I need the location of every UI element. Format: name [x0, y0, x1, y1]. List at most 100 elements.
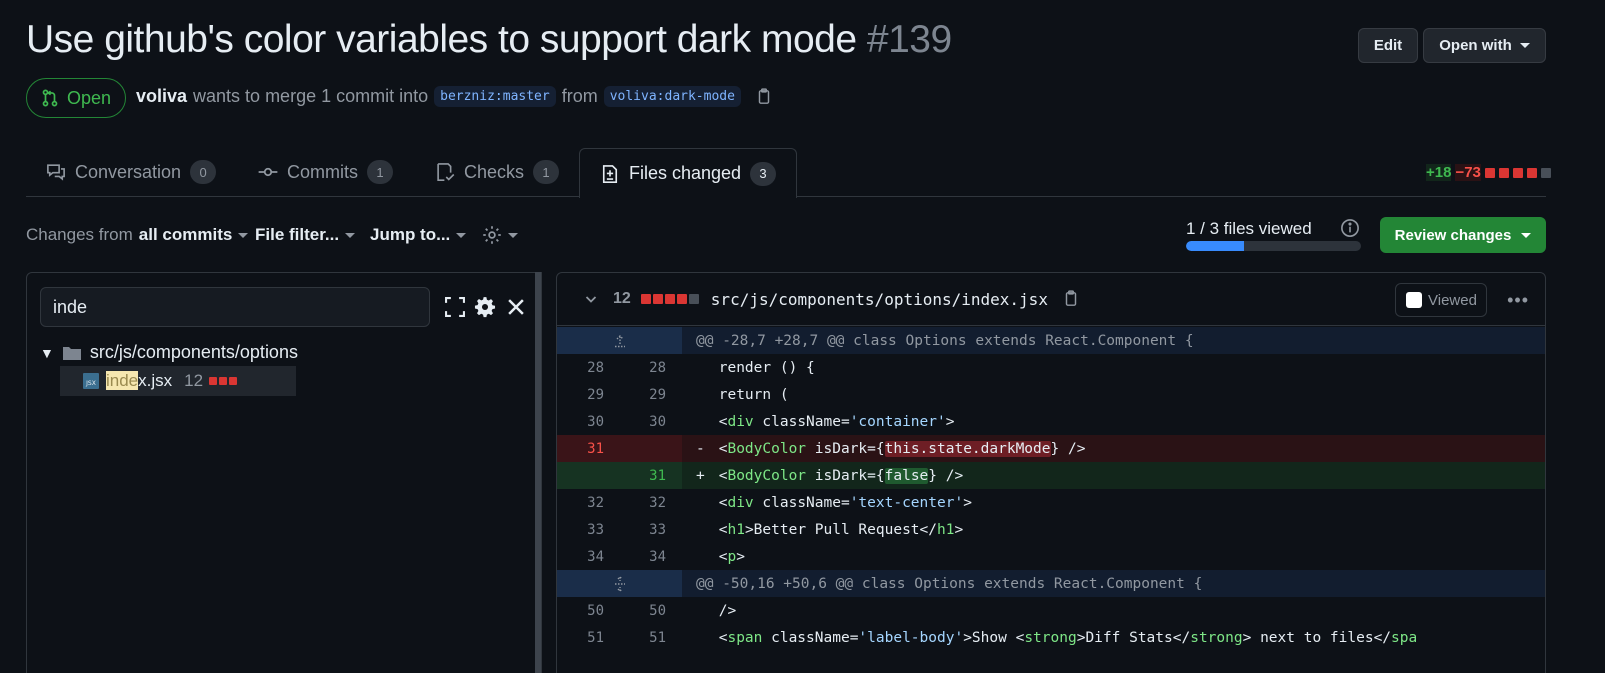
code-line: <div className='text-center'> [718, 494, 972, 511]
tab-label: Checks [464, 161, 525, 182]
edit-button[interactable]: Edit [1358, 28, 1418, 63]
close-icon[interactable] [505, 296, 527, 318]
tab-counter: 1 [533, 160, 560, 184]
diffstat-block [1484, 167, 1495, 178]
old-line-number[interactable]: 50 [557, 603, 620, 619]
author-link[interactable]: voliva [136, 86, 187, 107]
tab-files-changed[interactable]: Files changed 3 [579, 148, 797, 198]
new-line-number[interactable]: 51 [620, 630, 682, 646]
expand-icon[interactable] [444, 296, 466, 318]
jsx-file-icon: JSX [83, 373, 99, 389]
open-with-label: Open with [1439, 37, 1512, 54]
page-title: Use github's color variables to support … [26, 18, 952, 62]
diffstat-block [1512, 167, 1523, 178]
file-diff-icon [602, 164, 618, 183]
expand-hunk-button[interactable] [557, 327, 682, 354]
tab-conversation[interactable]: Conversation 0 [46, 148, 217, 196]
old-line-number[interactable]: 34 [557, 549, 620, 565]
chevron-down-icon[interactable] [583, 291, 599, 307]
head-branch[interactable]: voliva:dark-mode [603, 86, 741, 107]
caret-down-icon [1521, 232, 1532, 238]
code-line: + <BodyColor isDark={false} /> [696, 467, 964, 484]
code-line: render () { [710, 359, 815, 376]
base-branch[interactable]: berzniz:master [434, 86, 556, 107]
caret-down-icon [345, 232, 356, 238]
new-line-number[interactable]: 33 [620, 522, 682, 538]
code-line: <span className='label-body'>Show <stron… [718, 629, 1418, 646]
changes-from-prefix: Changes from [26, 225, 133, 244]
diff-line: 50 50 /> [557, 597, 1545, 624]
old-line-number[interactable]: 33 [557, 522, 620, 538]
old-line-number[interactable]: 32 [557, 495, 620, 511]
panel-resize-handle[interactable] [535, 272, 541, 673]
expand-hunk-button[interactable] [557, 570, 682, 597]
diff-settings-dropdown[interactable] [482, 225, 518, 245]
gear-icon[interactable] [474, 296, 496, 318]
gear-icon [483, 226, 501, 244]
code-line: <h1>Better Pull Request</h1> [718, 521, 964, 538]
caret-down-icon [1519, 43, 1530, 48]
diffstat-block [1498, 167, 1509, 178]
hunk-header-row: @@ -50,16 +50,6 @@ class Options extends… [557, 570, 1545, 597]
code-line: /> [718, 602, 737, 619]
new-line-number[interactable]: 34 [620, 549, 682, 565]
code-line: <div className='container'> [718, 413, 955, 430]
new-line-number[interactable] [620, 435, 682, 462]
new-line-number[interactable]: 32 [620, 495, 682, 511]
new-line-number[interactable]: 30 [620, 414, 682, 430]
old-line-number[interactable]: 30 [557, 414, 620, 430]
kebab-horizontal-icon[interactable]: ••• [1507, 290, 1529, 311]
hunk-header-row: @@ -28,7 +28,7 @@ class Options extends … [557, 327, 1545, 354]
tree-folder[interactable]: ▼ src/js/components/options [40, 342, 298, 363]
file-header: 12 src/js/components/options/index.jsx V… [557, 273, 1545, 326]
diffstat-block [1540, 167, 1551, 178]
tab-commits[interactable]: Commits 1 [258, 148, 393, 196]
old-line-number[interactable]: 29 [557, 387, 620, 403]
diffstat-block [209, 377, 218, 385]
pr-state-label: Open [66, 87, 112, 108]
review-changes-button[interactable]: Review changes [1380, 217, 1546, 253]
diffstat-block [676, 294, 687, 304]
old-line-number[interactable]: 31 [557, 435, 620, 462]
diffstat: +18 −73 [1426, 164, 1551, 181]
pr-number[interactable]: #139 [867, 18, 952, 61]
changes-from-dropdown[interactable]: Changes from all commits [26, 225, 249, 245]
edit-button-label: Edit [1373, 37, 1403, 54]
code-line: - <BodyColor isDark={this.state.darkMode… [696, 440, 1086, 457]
new-line-number[interactable]: 31 [620, 462, 682, 489]
new-line-number[interactable]: 29 [620, 387, 682, 403]
diff-line: 51 51 <span className='label-body'>Show <… [557, 624, 1545, 651]
file-path[interactable]: src/js/components/options/index.jsx [711, 290, 1048, 309]
triangle-down-icon: ▼ [40, 344, 54, 361]
checkbox-icon [1406, 292, 1422, 308]
new-line-number[interactable]: 50 [620, 603, 682, 619]
old-line-number[interactable]: 51 [557, 630, 620, 646]
unfold-icon [614, 575, 625, 592]
diffstat-block [229, 377, 238, 385]
copy-icon[interactable] [755, 87, 773, 106]
new-line-number[interactable]: 28 [620, 360, 682, 376]
file-filter-dropdown[interactable]: File filter... [255, 225, 356, 245]
old-line-number[interactable]: 28 [557, 360, 620, 376]
tree-file-item[interactable]: JSX index.jsx 12 [60, 366, 296, 396]
diff-line: 31 + <BodyColor isDark={false} /> [557, 462, 1545, 489]
file-filter-label: File filter... [255, 225, 340, 244]
viewed-checkbox[interactable]: Viewed [1395, 283, 1487, 317]
file-change-count: 12 [613, 290, 631, 307]
svg-text:JSX: JSX [85, 380, 96, 387]
old-line-number[interactable] [557, 462, 620, 489]
diff-line: 31 - <BodyColor isDark={this.state.darkMo… [557, 435, 1545, 462]
jump-to-dropdown[interactable]: Jump to... [370, 225, 467, 245]
code-line: <p> [718, 548, 745, 565]
file-tree-panel [26, 272, 542, 673]
diffstat-block [664, 294, 675, 304]
copy-icon[interactable] [1062, 290, 1080, 308]
file-filter-input[interactable] [40, 287, 430, 327]
from-text: from [561, 86, 598, 106]
open-with-button[interactable]: Open with [1423, 28, 1546, 63]
diffstat-block [688, 294, 699, 304]
diffstat-block [219, 377, 228, 385]
tab-checks[interactable]: Checks 1 [435, 148, 560, 196]
folder-label: src/js/components/options [89, 342, 298, 362]
info-icon[interactable] [1340, 218, 1360, 238]
